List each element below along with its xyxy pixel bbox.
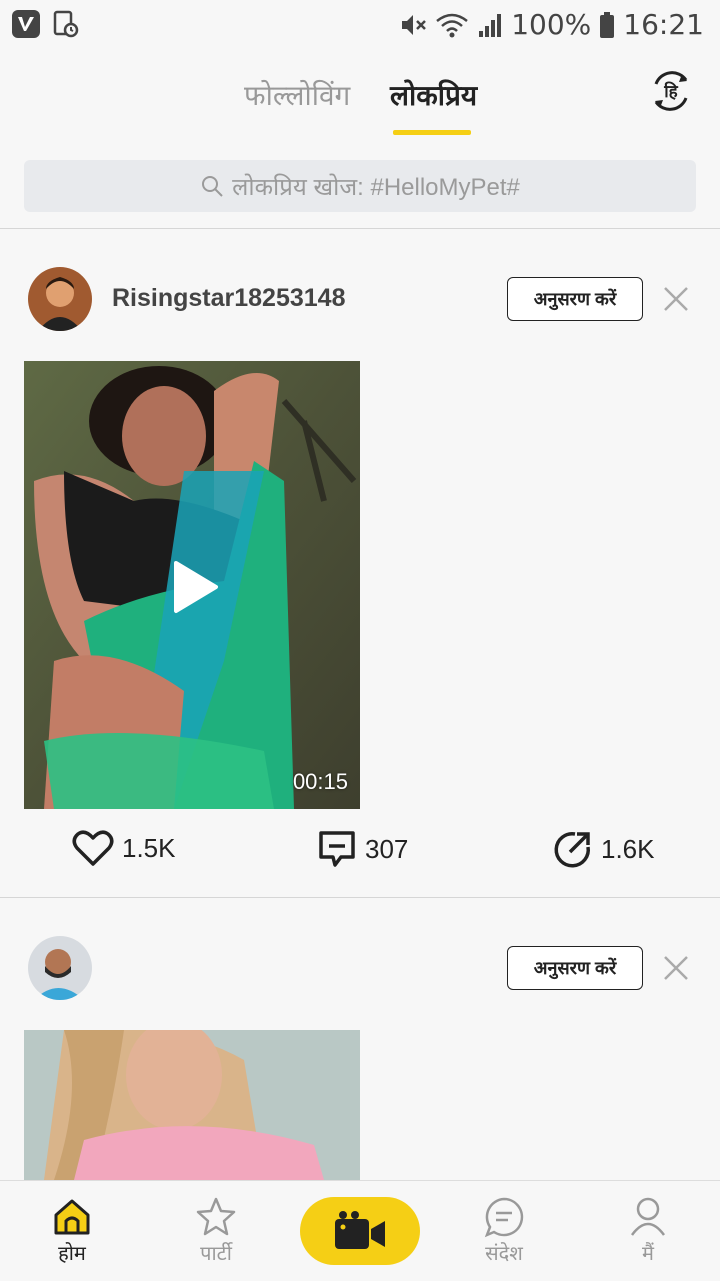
nav-profile-label: मैं <box>642 1243 654 1265</box>
comment-icon <box>319 831 355 867</box>
post-actions: 1.5K 307 1.6K <box>0 829 720 879</box>
follow-button[interactable]: अनुसरण करें <box>507 277 643 321</box>
screen-record-icon <box>53 10 79 38</box>
status-bar: 100% 16:21 <box>0 0 720 50</box>
avatar[interactable] <box>28 936 92 1000</box>
nav-home[interactable]: होम <box>32 1195 112 1266</box>
divider <box>0 897 720 898</box>
share-icon <box>554 832 590 868</box>
wifi-icon <box>436 13 469 37</box>
tab-popular[interactable]: लोकप्रिय <box>390 76 477 114</box>
search-bar[interactable]: लोकप्रिय खोज: #HelloMyPet# <box>24 160 696 212</box>
nav-party[interactable]: पार्टी <box>176 1195 256 1266</box>
nav-home-label: होम <box>58 1243 86 1265</box>
active-tab-indicator <box>393 130 471 135</box>
battery-percent: 100% <box>511 8 592 41</box>
signal-icon <box>479 13 502 37</box>
share-count: 1.6K <box>601 833 655 864</box>
top-navigation: फोल्लोविंग लोकप्रिय हि <box>0 50 720 140</box>
share-button[interactable]: 1.6K <box>553 829 655 869</box>
video-thumbnail[interactable]: 00:15 <box>24 361 360 809</box>
avatar[interactable] <box>28 267 92 331</box>
username[interactable]: Risingstar18253148 <box>112 284 345 313</box>
close-icon[interactable] <box>662 285 690 313</box>
divider <box>0 228 720 229</box>
video-camera-icon <box>335 1211 385 1249</box>
video-duration: 00:15 <box>292 769 348 794</box>
play-icon[interactable] <box>172 559 220 615</box>
home-icon <box>54 1199 90 1235</box>
nav-profile[interactable]: मैं <box>608 1195 688 1266</box>
message-icon <box>484 1197 524 1238</box>
close-icon[interactable] <box>662 954 690 982</box>
hindi-language-icon[interactable]: हि <box>646 66 696 116</box>
follow-button[interactable]: अनुसरण करें <box>507 946 643 990</box>
star-icon <box>196 1197 236 1236</box>
search-icon <box>202 176 223 197</box>
go-live-button[interactable] <box>300 1197 420 1265</box>
comment-button[interactable]: 307 <box>317 829 408 869</box>
search-placeholder: लोकप्रिय खोज: #HelloMyPet# <box>232 173 520 201</box>
nav-messages-label: संदेश <box>485 1243 523 1265</box>
profile-icon <box>630 1197 666 1236</box>
clock: 16:21 <box>623 8 704 41</box>
like-button[interactable]: 1.5K <box>72 829 176 867</box>
mute-icon <box>402 14 427 35</box>
video-thumbnail[interactable] <box>24 1030 360 1180</box>
svg-text:हि: हि <box>663 81 678 102</box>
comment-count: 307 <box>365 833 409 864</box>
heart-icon <box>72 830 114 866</box>
video-image <box>24 1030 360 1180</box>
like-count: 1.5K <box>122 832 176 863</box>
bottom-navigation: होम पार्टी संदेश मैं <box>0 1180 720 1281</box>
nav-party-label: पार्टी <box>200 1243 232 1265</box>
tab-following[interactable]: फोल्लोविंग <box>244 76 350 114</box>
nav-messages[interactable]: संदेश <box>464 1195 544 1266</box>
battery-icon <box>600 11 615 38</box>
app-logo-icon <box>12 10 40 38</box>
